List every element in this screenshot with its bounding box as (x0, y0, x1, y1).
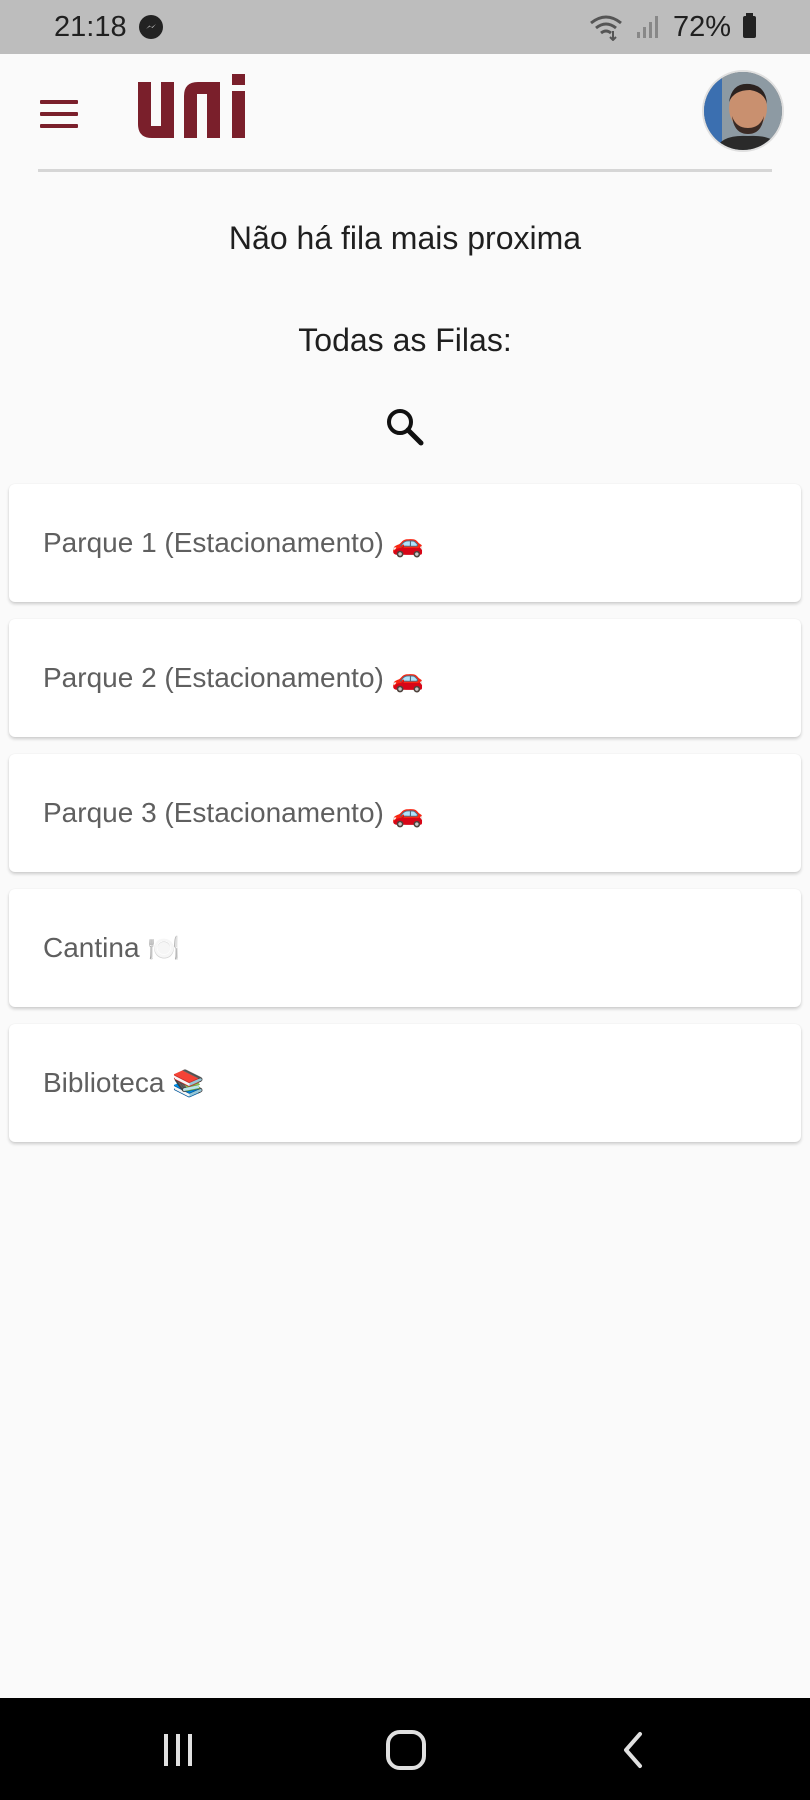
plate-icon: 🍽️ (147, 932, 180, 963)
queue-item-cantina[interactable]: Cantina 🍽️ (9, 889, 801, 1007)
avatar[interactable] (702, 70, 784, 152)
queue-label: Biblioteca (43, 1067, 165, 1098)
queue-item-parque-1[interactable]: Parque 1 (Estacionamento) 🚗 (9, 484, 801, 602)
signal-icon (636, 16, 658, 38)
nearest-queue-text: Não há fila mais proxima (228, 220, 582, 256)
status-time: 21:18 (54, 10, 127, 43)
queue-label: Cantina (43, 932, 140, 963)
queue-item-biblioteca[interactable]: Biblioteca 📚 (9, 1024, 801, 1142)
wifi-icon (590, 15, 622, 41)
battery-percent: 72% (672, 10, 731, 43)
car-icon: 🚗 (391, 797, 425, 828)
app-header (38, 54, 784, 172)
status-left: 21:18 (54, 11, 163, 44)
queue-label: Parque 1 (Estacionamento) (43, 527, 384, 558)
queue-label: Parque 3 (Estacionamento) (43, 797, 384, 828)
system-nav-bar (0, 1698, 810, 1800)
car-icon: 🚗 (391, 527, 425, 558)
queue-item-parque-3[interactable]: Parque 3 (Estacionamento) 🚗 (9, 754, 801, 872)
all-queues-title: Todas as Filas: (298, 322, 512, 358)
back-icon[interactable] (604, 1728, 664, 1772)
messenger-icon (138, 15, 163, 39)
books-icon: 📚 (172, 1067, 205, 1098)
battery-icon (743, 13, 756, 38)
menu-icon[interactable] (40, 100, 78, 128)
status-right: 72% (589, 11, 756, 44)
status-bar: 21:18 72% (0, 0, 810, 54)
queue-label: Parque 2 (Estacionamento) (43, 662, 384, 693)
queue-list: Parque 1 (Estacionamento) 🚗 Parque 2 (Es… (9, 484, 801, 1159)
home-icon[interactable] (376, 1728, 436, 1772)
uni-logo (138, 74, 245, 138)
search-icon[interactable] (380, 402, 430, 452)
recents-icon[interactable] (148, 1728, 208, 1772)
queue-item-parque-2[interactable]: Parque 2 (Estacionamento) 🚗 (9, 619, 801, 737)
car-icon: 🚗 (391, 662, 425, 693)
